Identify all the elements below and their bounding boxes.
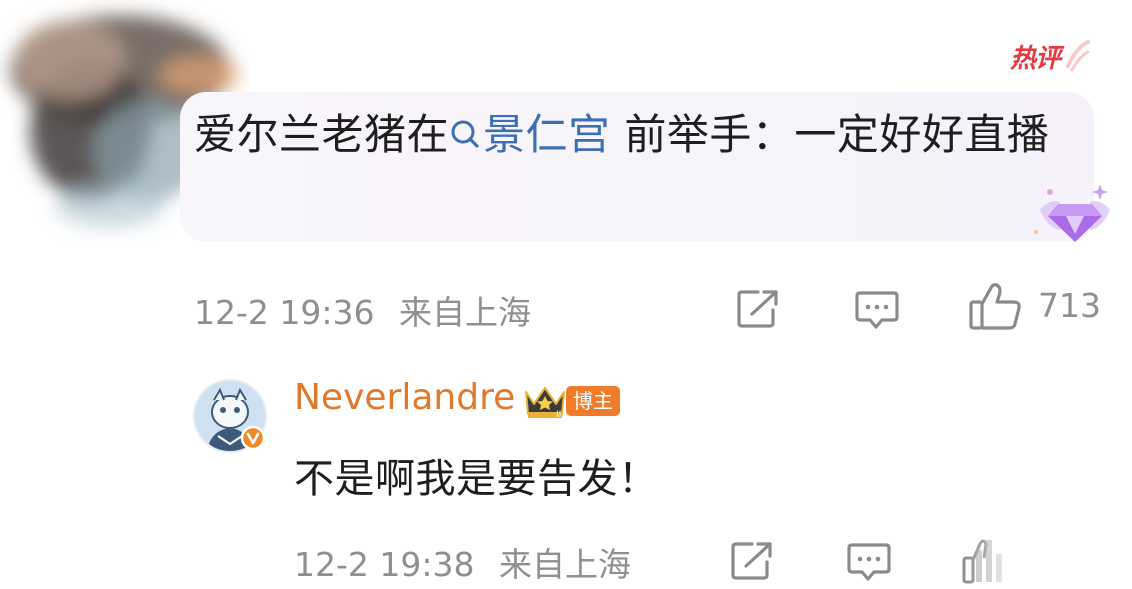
topic-link-label: 景仁宫 (483, 110, 611, 159)
reply-time: 12-2 19:38 (294, 545, 475, 584)
like-count: 713 (1038, 286, 1101, 325)
comment-icon[interactable] (854, 290, 900, 330)
svg-text:II: II (556, 410, 561, 420)
comment-time: 12-2 19:36 (194, 293, 375, 332)
hot-comment-badge: 热评 (1010, 38, 1090, 76)
verified-v-icon (240, 425, 266, 451)
share-icon[interactable] (730, 540, 776, 582)
thumbs-up-icon[interactable] (968, 282, 1024, 332)
topic-link[interactable]: 景仁宫 (449, 110, 611, 159)
comment-location: 来自上海 (399, 293, 531, 332)
reply-location: 来自上海 (499, 545, 631, 584)
weibo-comment-screen: 热评 爱尔兰老猪在景仁宫 前举手：一定好好直播 12-2 19:36 来自上海 (0, 0, 1132, 589)
reply-meta: 12-2 19:38 来自上海 (294, 538, 631, 586)
reply-avatar[interactable] (192, 378, 268, 454)
thumbs-up-icon[interactable] (960, 530, 1132, 589)
crown-icon: II (525, 387, 565, 420)
reply-text: 不是啊我是要告发！ (294, 456, 659, 502)
comment-meta: 12-2 19:36 来自上海 (194, 286, 531, 334)
comment-text-after: 前举手：一定好好直播 (610, 110, 1050, 159)
reply-author-name[interactable]: Neverlandre (294, 377, 515, 418)
share-icon[interactable] (736, 288, 782, 330)
diamond-badge-icon (1034, 184, 1110, 242)
comment-text: 爱尔兰老猪在 景仁宫 前举手：一定好好直播 (194, 104, 1074, 169)
comment-icon[interactable] (846, 542, 892, 582)
hot-comment-label: 热评 (1010, 44, 1061, 74)
search-icon (449, 107, 481, 169)
blogger-badge: 博主 (566, 386, 620, 416)
comment-text-before: 爱尔兰老猪在 (194, 110, 450, 159)
